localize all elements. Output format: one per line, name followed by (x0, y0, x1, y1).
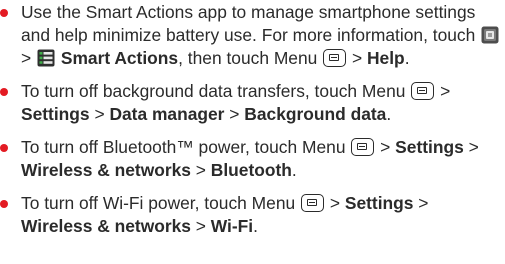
bullet-icon (0, 200, 8, 208)
bullet-icon (0, 88, 8, 96)
tip-text: To turn off Wi-Fi power, touch Menu (21, 193, 301, 213)
menu-path-term: Wireless & networks (21, 160, 191, 180)
menu-key-icon (301, 194, 325, 212)
tip-text: > (325, 193, 345, 213)
tip-text: > (413, 193, 429, 213)
tip-text: To turn off Bluetooth™ power, touch Menu (21, 137, 351, 157)
menu-path-term: Background data (244, 104, 387, 124)
battery-tip-item: To turn off Wi-Fi power, touch Menu > Se… (0, 192, 505, 238)
tip-text: . (253, 216, 258, 236)
app-launcher-icon (481, 26, 499, 44)
menu-path-term: Bluetooth (210, 160, 292, 180)
tip-text: > (435, 81, 451, 101)
menu-path-term: Data manager (109, 104, 225, 124)
battery-tip-item: To turn off background data transfers, t… (0, 80, 505, 126)
battery-tips-list: Use the Smart Actions app to manage smar… (0, 1, 505, 238)
tip-text: , then touch Menu (178, 48, 323, 68)
battery-tip-item: Use the Smart Actions app to manage smar… (0, 1, 505, 70)
bullet-icon (0, 9, 8, 17)
tip-text: > (375, 137, 396, 157)
tip-text: . (404, 48, 410, 68)
battery-tip-item: To turn off Bluetooth™ power, touch Menu… (0, 136, 505, 182)
menu-path-term: Settings (344, 193, 414, 213)
menu-path-term: Settings (21, 104, 90, 124)
tip-text: > (190, 160, 211, 180)
tip-text: > (463, 137, 479, 157)
menu-path-term: Help (367, 48, 405, 68)
tip-text: > (89, 104, 110, 124)
menu-path-term: Wi-Fi (210, 216, 254, 236)
smart-actions-icon (37, 49, 55, 67)
tip-text: Use the Smart Actions app to manage smar… (21, 2, 481, 45)
menu-path-term: Smart Actions (60, 48, 179, 68)
menu-path-term: Wireless & networks (21, 216, 191, 236)
tip-text: To turn off background data transfers, t… (21, 81, 411, 101)
tip-text: . (291, 160, 297, 180)
tip-text: > (190, 216, 211, 236)
tip-text: . (386, 104, 392, 124)
tip-text: > (347, 48, 367, 68)
tip-text: > (21, 48, 36, 68)
menu-path-term: Settings (395, 137, 464, 157)
tip-text: > (224, 104, 245, 124)
menu-key-icon (411, 82, 435, 100)
menu-key-icon (351, 138, 375, 156)
menu-key-icon (323, 49, 347, 67)
bullet-icon (0, 144, 8, 152)
